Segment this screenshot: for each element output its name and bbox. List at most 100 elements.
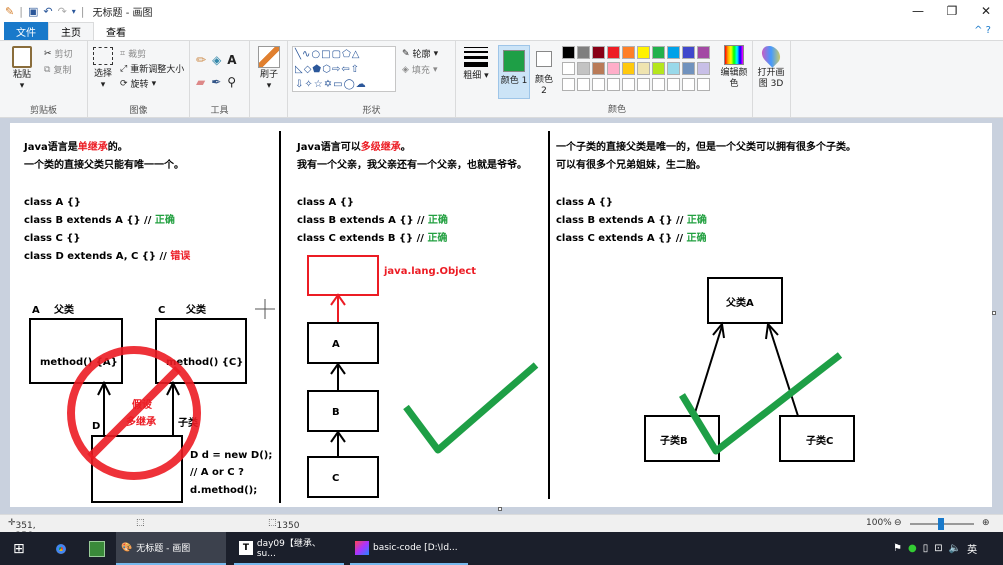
cut-button[interactable]: ✂ 剪切	[44, 47, 73, 61]
typora-taskbar-button[interactable]: Tday09【继承、su...	[234, 532, 344, 565]
palette-swatch[interactable]	[682, 46, 695, 59]
drawing-canvas[interactable]: Java语言是单继承的。 一个类的直接父类只能有唯一一个。 class A {}…	[10, 123, 996, 511]
star4-shape-icon[interactable]: ✧	[304, 79, 313, 90]
palette-swatch[interactable]	[592, 46, 605, 59]
zoom-out-button[interactable]: ⊖	[894, 518, 902, 528]
palette-swatch[interactable]	[697, 46, 710, 59]
arrow-left-shape-icon[interactable]: ⇦	[341, 64, 350, 75]
arrow-down-shape-icon[interactable]: ⇩	[295, 79, 304, 90]
zoom-slider[interactable]	[910, 518, 974, 530]
palette-swatch[interactable]	[607, 62, 620, 75]
app-taskbar-button[interactable]	[84, 532, 110, 565]
palette-empty-swatch[interactable]	[697, 78, 710, 91]
hexagon-shape-icon[interactable]: ⬡	[322, 64, 332, 75]
edit-colors-button[interactable]: 编辑颜色	[720, 45, 748, 90]
palette-swatch[interactable]	[592, 62, 605, 75]
arrow-right-shape-icon[interactable]: ⇨	[332, 64, 341, 75]
tray-green-icon[interactable]: ●	[908, 543, 917, 554]
palette-swatch[interactable]	[637, 46, 650, 59]
color2-button[interactable]: 颜色 2	[532, 45, 556, 97]
customize-toolbar-icon[interactable]: ▾	[72, 7, 76, 16]
resize-handle-bottom[interactable]	[498, 507, 502, 511]
callout-rect-icon[interactable]: ▭	[333, 79, 343, 90]
line-shape-icon[interactable]: ╲	[295, 49, 302, 60]
ime-indicator[interactable]: 英	[967, 541, 977, 556]
undo-icon[interactable]: ↶	[43, 5, 52, 18]
text-icon[interactable]: A	[227, 53, 236, 67]
select-button[interactable]: 选择 ▾	[90, 47, 116, 91]
palette-swatch[interactable]	[697, 62, 710, 75]
maximize-button[interactable]: ❐	[935, 0, 969, 22]
arrow-up-shape-icon[interactable]: ⇧	[351, 64, 360, 75]
paste-button[interactable]: 粘贴 ▾	[8, 46, 36, 92]
crop-button[interactable]: ⌗ 裁剪	[120, 47, 146, 61]
palette-swatch[interactable]	[562, 62, 575, 75]
idea-taskbar-button[interactable]: basic-code [D:\Id...	[350, 532, 468, 565]
tab-view[interactable]: 查看	[94, 22, 138, 40]
callout-oval-icon[interactable]: ◯	[344, 79, 356, 90]
outline-button[interactable]: ✎ 轮廓 ▾	[402, 47, 438, 61]
tray-app-icon[interactable]: ⚑	[893, 543, 902, 554]
oval-shape-icon[interactable]: ○	[311, 49, 321, 60]
palette-swatch[interactable]	[652, 46, 665, 59]
fill-button[interactable]: ◈ 填充 ▾	[402, 63, 437, 77]
resize-button[interactable]: ⤢ 重新调整大小	[120, 62, 184, 76]
polygon-shape-icon[interactable]: ⬠	[342, 49, 352, 60]
zoom-slider-thumb[interactable]	[938, 518, 944, 530]
rounded-rectangle-icon[interactable]: ▢	[332, 49, 342, 60]
palette-empty-swatch[interactable]	[667, 78, 680, 91]
star5-shape-icon[interactable]: ☆	[314, 79, 324, 90]
palette-empty-swatch[interactable]	[607, 78, 620, 91]
star6-shape-icon[interactable]: ✡	[324, 79, 333, 90]
palette-swatch[interactable]	[652, 62, 665, 75]
palette-empty-swatch[interactable]	[652, 78, 665, 91]
palette-swatch[interactable]	[667, 46, 680, 59]
color-picker-icon[interactable]: ✒	[211, 75, 221, 89]
help-button[interactable]: ^ ?	[974, 25, 991, 36]
size-button[interactable]: 粗细 ▾	[462, 47, 490, 82]
paint-app-icon[interactable]: ✎	[5, 5, 14, 18]
palette-empty-swatch[interactable]	[682, 78, 695, 91]
palette-swatch[interactable]	[577, 62, 590, 75]
fill-icon[interactable]: ◈	[212, 53, 221, 67]
resize-handle-right[interactable]	[992, 311, 996, 315]
color1-button[interactable]: 颜色 1	[498, 45, 530, 99]
palette-swatch[interactable]	[667, 62, 680, 75]
palette-empty-swatch[interactable]	[577, 78, 590, 91]
palette-swatch[interactable]	[622, 46, 635, 59]
save-icon[interactable]: ▣	[28, 5, 38, 18]
zoom-in-button[interactable]: ⊕	[982, 518, 990, 528]
tray-battery-icon[interactable]: ▯	[923, 543, 929, 554]
pencil-icon[interactable]: ✏	[196, 53, 206, 67]
palette-empty-swatch[interactable]	[592, 78, 605, 91]
palette-swatch[interactable]	[562, 46, 575, 59]
chrome-taskbar-button[interactable]	[48, 532, 74, 565]
network-icon[interactable]: ⊡	[934, 543, 942, 554]
palette-swatch[interactable]	[622, 62, 635, 75]
palette-swatch[interactable]	[637, 62, 650, 75]
start-button[interactable]: ⊞	[8, 532, 30, 565]
minimize-button[interactable]: —	[901, 0, 935, 22]
palette-swatch[interactable]	[577, 46, 590, 59]
volume-icon[interactable]: 🔈	[949, 543, 961, 554]
magnifier-icon[interactable]: ⚲	[227, 75, 236, 89]
copy-button[interactable]: ⧉ 复制	[44, 63, 71, 77]
palette-empty-swatch[interactable]	[562, 78, 575, 91]
rectangle-shape-icon[interactable]: □	[321, 49, 331, 60]
tab-home[interactable]: 主页	[48, 22, 94, 40]
palette-empty-swatch[interactable]	[622, 78, 635, 91]
eraser-icon[interactable]: ▰	[196, 75, 205, 89]
tab-file[interactable]: 文件	[4, 22, 48, 40]
curve-shape-icon[interactable]: ∿	[302, 49, 311, 60]
palette-swatch[interactable]	[607, 46, 620, 59]
brushes-button[interactable]: 刷子 ▾	[254, 46, 284, 92]
paint-taskbar-button[interactable]: 🎨 无标题 - 画图	[116, 532, 226, 565]
redo-icon[interactable]: ↷	[58, 5, 67, 18]
palette-swatch[interactable]	[682, 62, 695, 75]
right-triangle-icon[interactable]: ◺	[295, 64, 304, 75]
paint3d-button[interactable]: 打开画图 3D	[756, 42, 786, 90]
close-button[interactable]: ✕	[969, 0, 1003, 22]
palette-empty-swatch[interactable]	[637, 78, 650, 91]
triangle-shape-icon[interactable]: △	[352, 49, 361, 60]
shapes-gallery[interactable]: ╲∿○□▢⬠△ ◺◇⬟⬡⇨⇦⇧ ⇩✧☆✡▭◯☁	[292, 46, 396, 92]
